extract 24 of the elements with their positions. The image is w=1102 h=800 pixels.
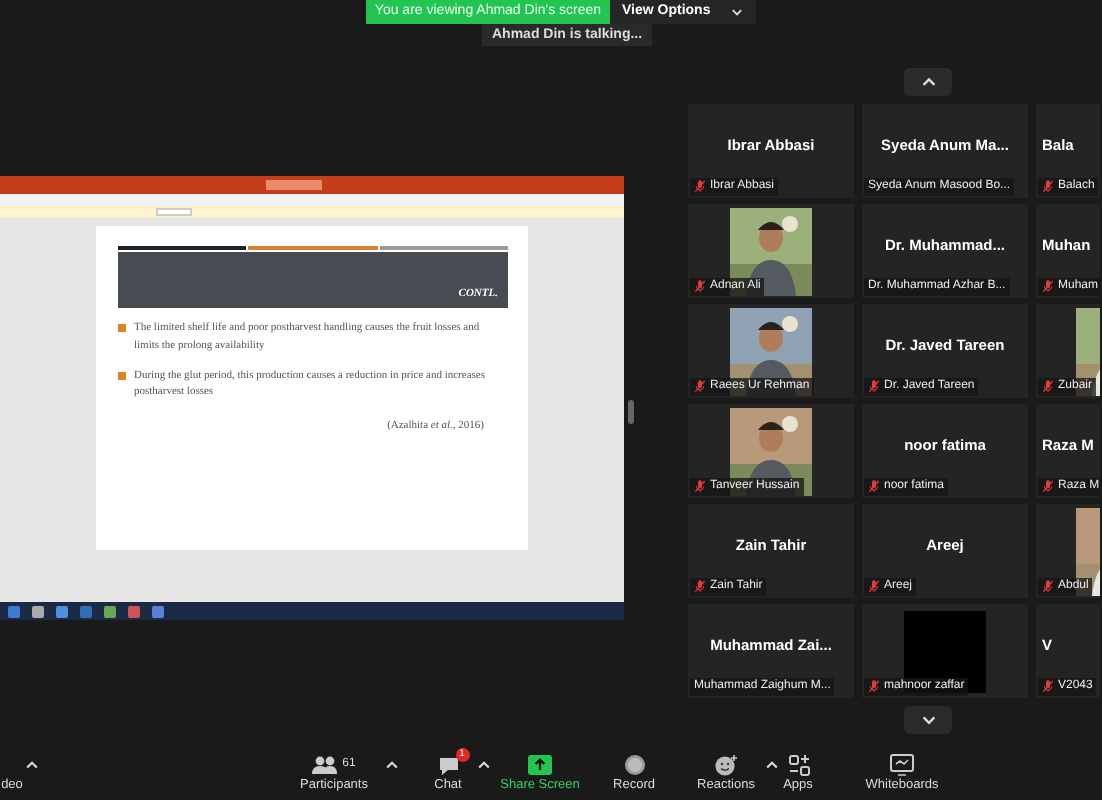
caret-icon: [476, 758, 492, 774]
page-up-button[interactable]: [904, 68, 952, 96]
options-caret-button[interactable]: [384, 758, 400, 774]
share-screen-icon: [528, 753, 552, 776]
bullet-marker: [118, 324, 126, 332]
chevron-up-icon: [919, 73, 937, 91]
apps-icon: [787, 753, 809, 776]
smiley-plus-icon: [714, 753, 738, 776]
caret-icon: [730, 5, 745, 19]
resize-handle[interactable]: [628, 400, 634, 424]
options-caret-button[interactable]: [24, 758, 40, 774]
people-icon: [312, 753, 339, 776]
caret-icon: [384, 758, 400, 774]
options-caret-button[interactable]: [764, 758, 780, 774]
caret-icon: [24, 758, 40, 774]
whiteboard-icon: [890, 753, 914, 776]
chevron-down-icon: [919, 711, 937, 729]
search-field[interactable]: [266, 180, 322, 190]
page-down-button[interactable]: [904, 706, 952, 734]
caret-icon: [764, 758, 780, 774]
bullet-marker: [118, 371, 126, 380]
chat-bubble-icon: [437, 753, 459, 776]
record-icon: [623, 753, 645, 776]
options-caret-button[interactable]: [476, 758, 492, 774]
